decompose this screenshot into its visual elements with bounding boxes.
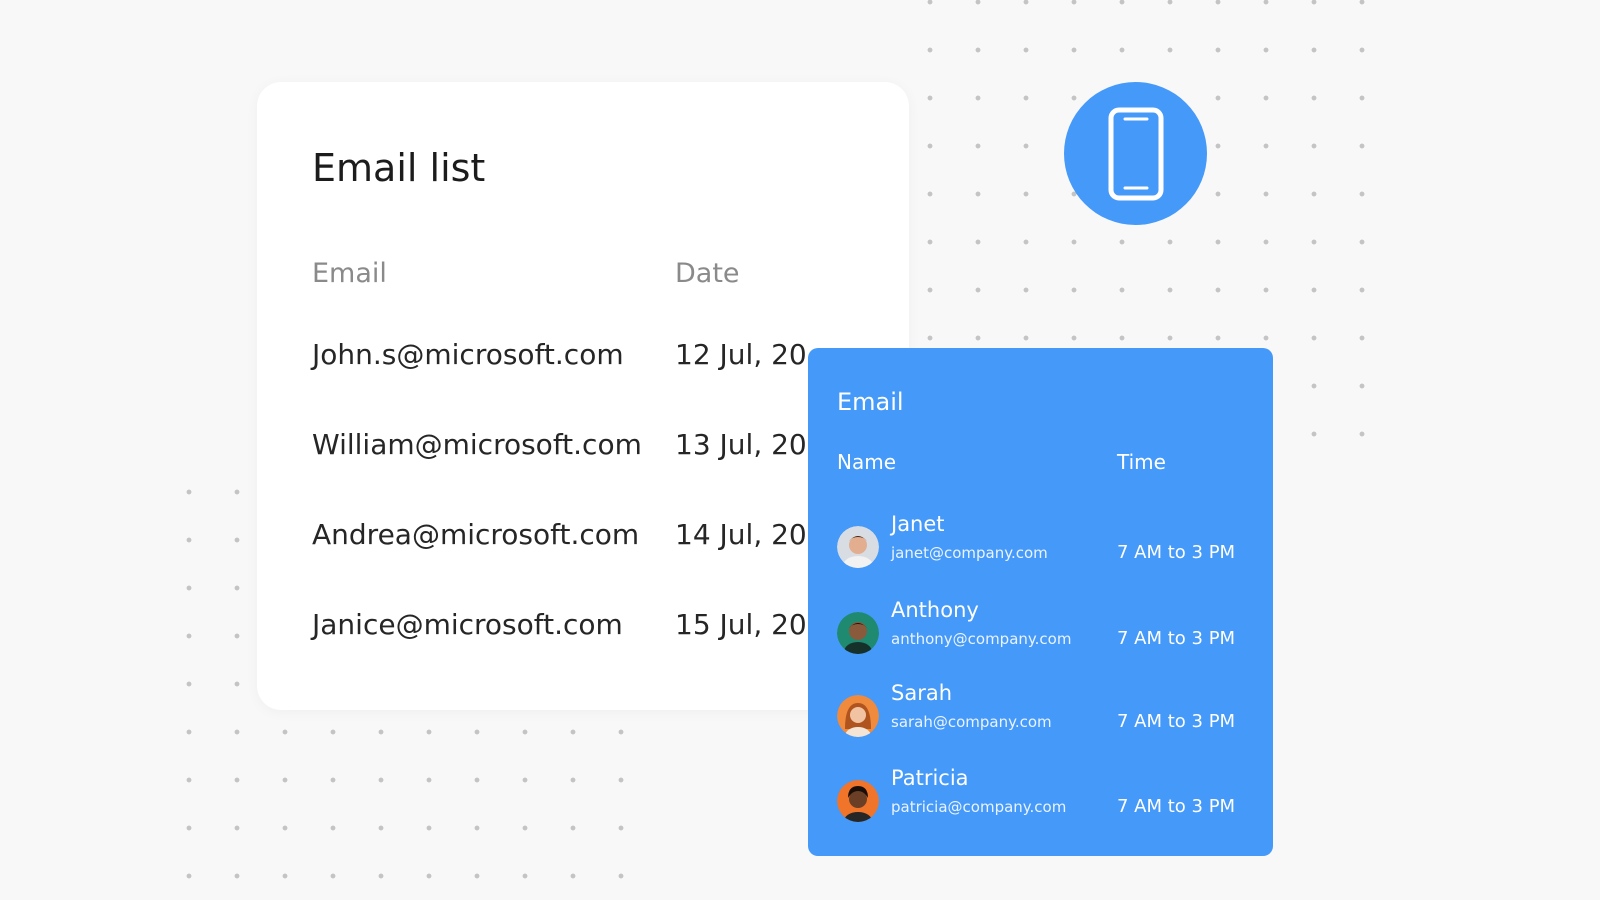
contact-time: 7 AM to 3 PM: [1117, 628, 1236, 649]
email-schedule-panel: Email Name Time Janet janet@company.com …: [808, 348, 1273, 856]
smartphone-icon: [1108, 107, 1164, 201]
contact-row[interactable]: Anthony anthony@company.com 7 AM to 3 PM: [837, 598, 1257, 658]
device-badge: [1064, 82, 1207, 225]
contact-email: sarah@company.com: [891, 713, 1052, 731]
email-address: Janice@microsoft.com: [312, 608, 623, 641]
avatar: [837, 526, 879, 568]
email-date: 15 Jul, 20: [675, 608, 807, 641]
contact-time: 7 AM to 3 PM: [1117, 711, 1236, 732]
avatar: [837, 695, 879, 737]
contact-row[interactable]: Patricia patricia@company.com 7 AM to 3 …: [837, 766, 1257, 826]
avatar: [837, 780, 879, 822]
contact-name: Patricia: [891, 766, 969, 790]
contact-name: Janet: [891, 512, 945, 536]
email-address: John.s@microsoft.com: [312, 338, 624, 371]
contact-email: anthony@company.com: [891, 630, 1072, 648]
name-column-header[interactable]: Name: [837, 450, 896, 474]
date-column-header[interactable]: Date: [675, 258, 740, 289]
contact-name: Sarah: [891, 681, 953, 705]
time-column-header[interactable]: Time: [1117, 450, 1166, 474]
email-address: Andrea@microsoft.com: [312, 518, 640, 551]
contact-row[interactable]: Janet janet@company.com 7 AM to 3 PM: [837, 512, 1257, 572]
contact-email: patricia@company.com: [891, 798, 1067, 816]
panel-title: Email: [837, 388, 904, 416]
email-column-header[interactable]: Email: [312, 258, 387, 289]
email-date: 13 Jul, 20: [675, 428, 807, 461]
email-list-title: Email list: [312, 146, 486, 190]
contact-email: janet@company.com: [891, 544, 1048, 562]
email-date: 12 Jul, 20: [675, 338, 807, 371]
contact-row[interactable]: Sarah sarah@company.com 7 AM to 3 PM: [837, 681, 1257, 741]
email-address: William@microsoft.com: [312, 428, 642, 461]
contact-time: 7 AM to 3 PM: [1117, 542, 1236, 563]
email-date: 14 Jul, 20: [675, 518, 807, 551]
avatar: [837, 612, 879, 654]
contact-time: 7 AM to 3 PM: [1117, 796, 1236, 817]
contact-name: Anthony: [891, 598, 979, 622]
